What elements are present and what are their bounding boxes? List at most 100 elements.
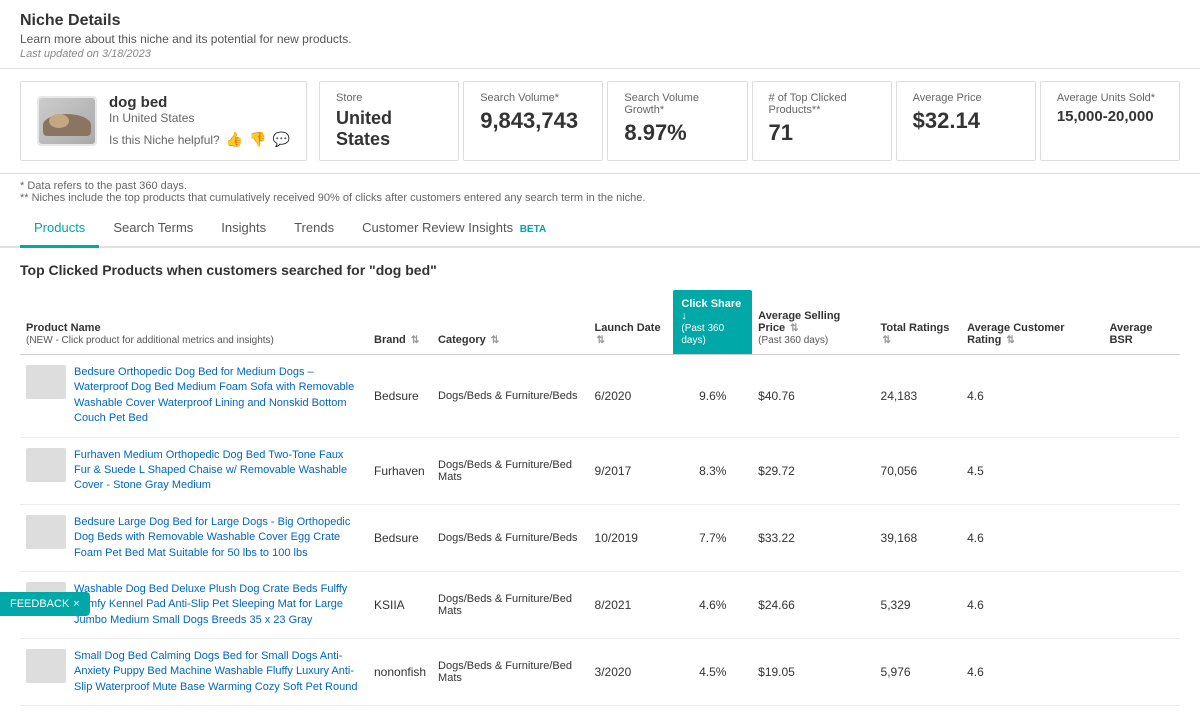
- content-section: Top Clicked Products when customers sear…: [0, 248, 1200, 720]
- cell-avg-rating: 4.6: [961, 571, 1103, 638]
- tab-customer-review[interactable]: Customer Review Insights BETA: [348, 210, 560, 248]
- cell-total-ratings: 24,183: [875, 355, 962, 438]
- col-product-name-sublabel: (NEW - Click product for additional metr…: [26, 335, 274, 346]
- brand-sort-icon: ⇅: [411, 335, 419, 346]
- col-click-share[interactable]: Click Share ↓(Past 360 days): [673, 290, 752, 355]
- thumbs-up-icon[interactable]: 👍: [226, 131, 243, 148]
- avg-units-metric: Average Units Sold* 15,000-20,000: [1040, 81, 1180, 161]
- tab-products[interactable]: Products: [20, 210, 99, 248]
- section-title: Top Clicked Products when customers sear…: [20, 262, 1180, 278]
- helpful-section: Is this Niche helpful? 👍 👎 💬: [109, 131, 290, 148]
- table-row: Small Dog Bed Calming Dogs Bed for Small…: [20, 639, 1180, 706]
- product-link-4[interactable]: Small Dog Bed Calming Dogs Bed for Small…: [74, 649, 362, 695]
- beta-badge: BETA: [520, 224, 546, 235]
- footnote-2: ** Niches include the top products that …: [20, 192, 1180, 204]
- avg-price-value: $32.14: [913, 108, 1019, 134]
- col-avg-bsr: Average BSR: [1103, 290, 1180, 355]
- product-thumb-2: [26, 515, 66, 549]
- search-volume-growth-metric: Search Volume Growth* 8.97%: [607, 81, 747, 161]
- col-product-name: Product Name (NEW - Click product for ad…: [20, 290, 368, 355]
- product-link-3[interactable]: Washable Dog Bed Deluxe Plush Dog Crate …: [74, 582, 362, 628]
- cell-avg-price: $19.05: [752, 639, 874, 706]
- cell-category: Dogs/Beds & Furniture/Bed Mats: [432, 571, 589, 638]
- product-thumb-0: [26, 365, 66, 399]
- thumbs-down-icon[interactable]: 👎: [249, 131, 266, 148]
- product-name: dog bed: [109, 94, 290, 111]
- cell-avg-rating: 4.5: [961, 437, 1103, 504]
- tabs-section: Products Search Terms Insights Trends Cu…: [0, 210, 1200, 248]
- feedback-close-icon[interactable]: ×: [73, 598, 79, 610]
- header-section: Niche Details Learn more about this nich…: [0, 0, 1200, 69]
- cell-click-share: 7.7%: [673, 504, 752, 571]
- comment-icon[interactable]: 💬: [273, 131, 290, 148]
- col-category[interactable]: Category ⇅: [432, 290, 589, 355]
- cell-brand: Bedsure: [368, 355, 432, 438]
- cell-avg-price: $29.72: [752, 437, 874, 504]
- table-row: Washable Dog Bed Deluxe Plush Dog Crate …: [20, 571, 1180, 638]
- cell-launch-date: 8/2021: [589, 571, 674, 638]
- product-cell: Furhaven Medium Orthopedic Dog Bed Two-T…: [26, 448, 362, 494]
- cell-avg-bsr: [1103, 639, 1180, 706]
- tab-search-terms[interactable]: Search Terms: [99, 210, 207, 248]
- product-thumb-1: [26, 448, 66, 482]
- cell-total-ratings: 39,168: [875, 504, 962, 571]
- search-volume-growth-value: 8.97%: [624, 120, 730, 146]
- cell-category: Dogs/Beds & Furniture/Beds: [432, 355, 589, 438]
- cell-avg-price: $24.66: [752, 571, 874, 638]
- store-value: United States: [336, 108, 442, 150]
- cell-brand: Bedsure: [368, 504, 432, 571]
- col-avg-price[interactable]: Average Selling Price ⇅(Past 360 days): [752, 290, 874, 355]
- cell-brand: nononfish: [368, 639, 432, 706]
- cell-total-ratings: 5,329: [875, 571, 962, 638]
- product-cell: Bedsure Large Dog Bed for Large Dogs - B…: [26, 515, 362, 561]
- tab-insights[interactable]: Insights: [207, 210, 280, 248]
- avg-price-metric: Average Price $32.14: [896, 81, 1036, 161]
- cell-avg-bsr: [1103, 355, 1180, 438]
- cell-avg-bsr: [1103, 437, 1180, 504]
- cell-avg-price: $40.76: [752, 355, 874, 438]
- page-container: Niche Details Learn more about this nich…: [0, 0, 1200, 720]
- product-link-2[interactable]: Bedsure Large Dog Bed for Large Dogs - B…: [74, 515, 362, 561]
- cell-avg-rating: 4.6: [961, 355, 1103, 438]
- col-total-ratings[interactable]: Total Ratings ⇅: [875, 290, 962, 355]
- col-product-name-label: Product Name: [26, 322, 101, 334]
- product-cell: Bedsure Orthopedic Dog Bed for Medium Do…: [26, 365, 362, 427]
- product-image: [37, 96, 97, 146]
- col-avg-rating[interactable]: Average Customer Rating ⇅: [961, 290, 1103, 355]
- feedback-button[interactable]: FEEDBACK ×: [0, 592, 90, 616]
- col-launch-date[interactable]: Launch Date ⇅: [589, 290, 674, 355]
- cell-avg-rating: 4.6: [961, 639, 1103, 706]
- cell-product-name: Small Dog Bed Calming Dogs Bed for Small…: [20, 639, 368, 706]
- cell-brand: Furhaven: [368, 437, 432, 504]
- avg-price-label: Average Price: [913, 92, 1019, 104]
- cell-click-share: 4.5%: [673, 639, 752, 706]
- cell-avg-bsr: [1103, 571, 1180, 638]
- search-volume-value: 9,843,743: [480, 108, 586, 134]
- tab-trends[interactable]: Trends: [280, 210, 348, 248]
- product-link-0[interactable]: Bedsure Orthopedic Dog Bed for Medium Do…: [74, 365, 362, 427]
- products-table-container: Product Name (NEW - Click product for ad…: [20, 290, 1180, 706]
- product-thumb-4: [26, 649, 66, 683]
- dog-decoration: [49, 114, 69, 128]
- top-clicked-value: 71: [769, 120, 875, 146]
- avg-units-value: 15,000-20,000: [1057, 108, 1163, 125]
- cell-avg-bsr: [1103, 504, 1180, 571]
- search-volume-growth-label: Search Volume Growth*: [624, 92, 730, 116]
- cell-launch-date: 10/2019: [589, 504, 674, 571]
- table-row: Furhaven Medium Orthopedic Dog Bed Two-T…: [20, 437, 1180, 504]
- col-brand[interactable]: Brand ⇅: [368, 290, 432, 355]
- avg-units-label: Average Units Sold*: [1057, 92, 1163, 104]
- avg-price-sort-icon: ⇅: [790, 323, 798, 334]
- avg-rating-sort-icon: ⇅: [1006, 335, 1014, 346]
- table-header-row: Product Name (NEW - Click product for ad…: [20, 290, 1180, 355]
- cell-launch-date: 9/2017: [589, 437, 674, 504]
- page-subtitle: Learn more about this niche and its pote…: [20, 32, 1180, 46]
- cell-launch-date: 3/2020: [589, 639, 674, 706]
- product-link-1[interactable]: Furhaven Medium Orthopedic Dog Bed Two-T…: [74, 448, 362, 494]
- cell-avg-rating: 4.6: [961, 504, 1103, 571]
- table-row: Bedsure Large Dog Bed for Large Dogs - B…: [20, 504, 1180, 571]
- metrics-section: dog bed In United States Is this Niche h…: [0, 69, 1200, 174]
- cell-category: Dogs/Beds & Furniture/Bed Mats: [432, 437, 589, 504]
- cell-brand: KSIIA: [368, 571, 432, 638]
- last-updated: Last updated on 3/18/2023: [20, 48, 1180, 60]
